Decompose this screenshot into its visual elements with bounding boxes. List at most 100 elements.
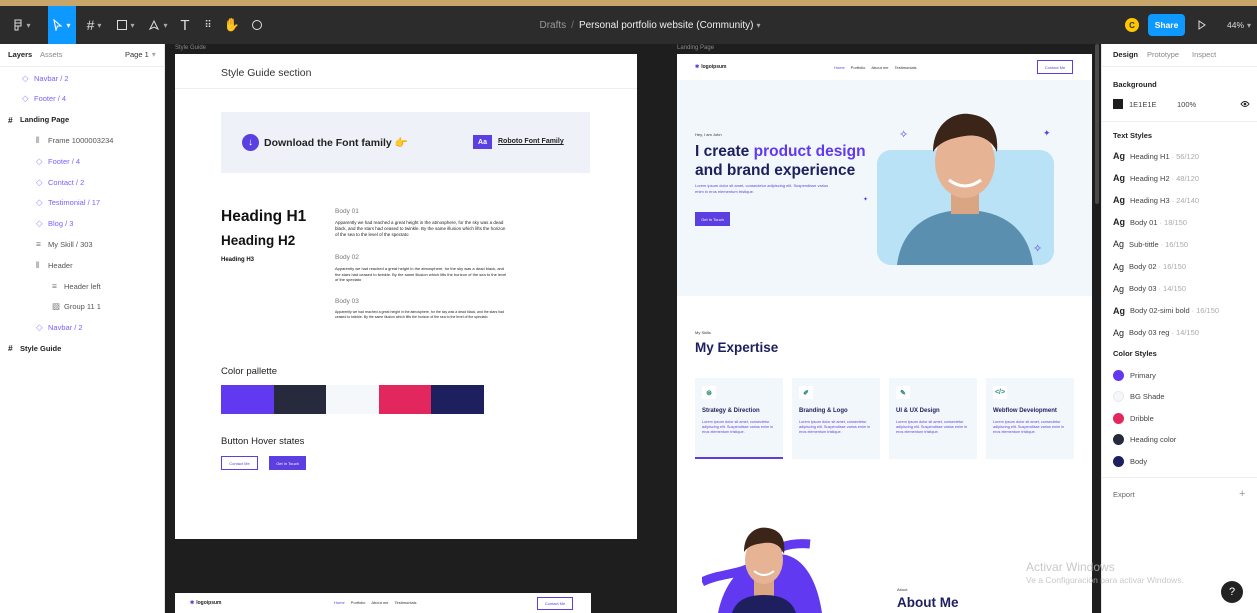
hero-cta-button[interactable]: Get In Touch bbox=[695, 212, 730, 226]
skill-card-title: UI & UX Design bbox=[896, 408, 940, 414]
layer-item[interactable]: # Style Guide bbox=[8, 342, 61, 354]
layer-item[interactable]: ◇ Navbar / 2 bbox=[36, 322, 83, 334]
style-guide-frame[interactable]: Style Guide section ↓ Download the Font … bbox=[175, 54, 637, 539]
frame-label-style-guide[interactable]: Style Guide bbox=[175, 45, 206, 51]
layer-item[interactable]: ≡ Header left bbox=[52, 280, 101, 292]
nav-link-about[interactable]: About me bbox=[371, 600, 388, 605]
text-style-item[interactable]: Ag Body 02-simi bold · 16/150 bbox=[1113, 305, 1219, 317]
font-family-link[interactable]: Roboto Font Family bbox=[498, 138, 564, 145]
navbar-frame-bottom[interactable]: ✱ logoipsum Home Portfolio About me Testi… bbox=[175, 593, 591, 613]
add-export-button[interactable]: + bbox=[1239, 488, 1245, 500]
hero-line-1a: I create bbox=[695, 143, 754, 160]
page-name: Page 1 bbox=[125, 50, 149, 59]
share-button[interactable]: Share bbox=[1147, 14, 1186, 36]
skill-card[interactable]: ✎ UI & UX Design Lorem ipsum dolor sit ame… bbox=[889, 378, 977, 459]
zoom-menu[interactable]: 44% ▾ bbox=[1222, 6, 1256, 44]
color-palette bbox=[221, 385, 484, 414]
frame-label-landing[interactable]: Landing Page bbox=[677, 45, 714, 51]
resources-button[interactable]: ⠿ bbox=[198, 6, 218, 44]
color-style-item[interactable]: Heading color bbox=[1113, 434, 1176, 446]
pen-tool-button[interactable]: ▾ bbox=[144, 6, 172, 44]
layer-item[interactable]: ⫴ Header bbox=[36, 259, 73, 271]
nav-link-testimonials[interactable]: Testimonials bbox=[894, 65, 916, 70]
nav-contact-button-bottom[interactable]: Contact Me bbox=[537, 597, 573, 610]
skill-card[interactable]: </> Webflow Development Lorem ipsum dolor … bbox=[986, 378, 1074, 459]
text-style-item[interactable]: Ag Body 02 · 16/150 bbox=[1113, 261, 1186, 273]
pen-icon: ✐ bbox=[799, 386, 813, 399]
palette-swatch[interactable] bbox=[326, 385, 379, 414]
text-style-item[interactable]: Ag Heading H1 · 56/120 bbox=[1113, 150, 1199, 162]
comment-tool-button[interactable] bbox=[246, 6, 268, 44]
layer-label: Frame 1000003234 bbox=[48, 135, 114, 145]
text-style-item[interactable]: Ag Heading H2 · 48/120 bbox=[1113, 172, 1199, 184]
toolbar: ▾ ▾ # ▾ ▾ ▾ T ⠿ ✋ Drafts / Personal portf… bbox=[0, 6, 1257, 44]
shape-tool-button[interactable]: ▾ bbox=[112, 6, 140, 44]
color-style-name: Dribble bbox=[1130, 413, 1154, 423]
tab-design[interactable]: Design bbox=[1113, 50, 1138, 59]
color-style-item[interactable]: Body bbox=[1113, 455, 1147, 467]
layer-item[interactable]: ◇ Blog / 3 bbox=[36, 218, 73, 230]
contact-me-button-sample[interactable]: Contact Me bbox=[221, 456, 258, 470]
color-style-item[interactable]: Primary bbox=[1113, 369, 1156, 381]
tab-prototype[interactable]: Prototype bbox=[1147, 50, 1179, 59]
palette-swatch[interactable] bbox=[273, 385, 326, 414]
help-button[interactable]: ? bbox=[1221, 581, 1243, 603]
about-portrait-image bbox=[702, 527, 822, 613]
palette-swatch[interactable] bbox=[378, 385, 431, 414]
text-style-item[interactable]: Ag Sub-tittle · 16/150 bbox=[1113, 238, 1188, 250]
component-icon: ◇ bbox=[36, 322, 43, 333]
user-avatar[interactable]: C bbox=[1124, 6, 1140, 44]
move-tool-button[interactable]: ▾ bbox=[48, 6, 76, 44]
text-style-item[interactable]: Ag Body 01 · 18/150 bbox=[1113, 216, 1187, 228]
background-opacity[interactable]: 100% bbox=[1177, 100, 1196, 109]
layer-item[interactable]: ◇ Navbar / 2 bbox=[22, 72, 69, 84]
canvas-scrollbar[interactable] bbox=[1095, 44, 1099, 204]
nav-link-portfolio[interactable]: Portfolio bbox=[851, 65, 866, 70]
color-style-item[interactable]: Dribble bbox=[1113, 412, 1154, 424]
canvas[interactable]: Style Guide Landing Page Style Guide sec… bbox=[166, 44, 1100, 613]
nav-logo[interactable]: ✱ logoipsum bbox=[695, 64, 726, 70]
layer-item[interactable]: ◇ Testimonial / 17 bbox=[36, 197, 100, 209]
text-tool-button[interactable]: T bbox=[176, 6, 194, 44]
file-name[interactable]: Personal portfolio website (Community) bbox=[579, 20, 754, 31]
tab-assets[interactable]: Assets bbox=[40, 50, 63, 59]
palette-swatch[interactable] bbox=[431, 385, 484, 414]
nav-link-home[interactable]: Home bbox=[834, 65, 845, 70]
eye-icon[interactable] bbox=[1240, 99, 1250, 109]
nav-link-about[interactable]: About me bbox=[871, 65, 888, 70]
layer-item[interactable]: ◇ Footer / 4 bbox=[36, 155, 80, 167]
download-text[interactable]: Download the Font family 👉 bbox=[264, 136, 408, 150]
layer-item[interactable]: # Landing Page bbox=[8, 114, 69, 126]
nav-link-home[interactable]: Home bbox=[334, 600, 345, 605]
layer-item[interactable]: ▨ Group 11 1 bbox=[52, 301, 101, 313]
background-hex[interactable]: 1E1E1E bbox=[1129, 100, 1157, 109]
landing-page-frame[interactable]: ✱ logoipsum Home Portfolio About me Testi… bbox=[677, 54, 1092, 613]
nav-link-testimonials[interactable]: Testimonials bbox=[394, 600, 416, 605]
tab-inspect[interactable]: Inspect bbox=[1192, 50, 1216, 59]
present-button[interactable] bbox=[1194, 6, 1210, 44]
palette-swatch[interactable] bbox=[221, 385, 274, 414]
text-style-item[interactable]: Ag Body 03 · 14/150 bbox=[1113, 283, 1186, 295]
layer-item[interactable]: ◇ Footer / 4 bbox=[22, 93, 66, 105]
frame-tool-button[interactable]: # ▾ bbox=[80, 6, 108, 44]
breadcrumb-drafts[interactable]: Drafts bbox=[540, 20, 567, 31]
text-style-item[interactable]: Ag Body 03 reg · 14/150 bbox=[1113, 327, 1199, 339]
file-title[interactable]: Drafts / Personal portfolio website (Com… bbox=[520, 6, 780, 44]
hand-tool-button[interactable]: ✋ bbox=[222, 6, 242, 44]
layer-item[interactable]: ≡ My Skill / 303 bbox=[36, 238, 93, 250]
about-label: About bbox=[897, 587, 908, 592]
page-selector[interactable]: Page 1 ▾ bbox=[125, 50, 156, 59]
skill-card[interactable]: ⊛ Strategy & Direction Lorem ipsum dolor s… bbox=[695, 378, 783, 459]
color-style-item[interactable]: BG Shade bbox=[1113, 391, 1165, 403]
nav-link-portfolio[interactable]: Portfolio bbox=[351, 600, 366, 605]
tab-layers[interactable]: Layers bbox=[8, 50, 32, 59]
nav-logo-bottom[interactable]: ✱ logoipsum bbox=[190, 600, 221, 606]
skill-card[interactable]: ✐ Branding & Logo Lorem ipsum dolor sit am… bbox=[792, 378, 880, 459]
text-style-item[interactable]: Ag Heading H3 · 24/140 bbox=[1113, 194, 1199, 206]
get-in-touch-button-sample[interactable]: Get In Touch bbox=[269, 456, 306, 470]
layer-item[interactable]: ◇ Contact / 2 bbox=[36, 176, 84, 188]
layer-item[interactable]: ⫴ Frame 1000003234 bbox=[36, 134, 113, 146]
main-menu-button[interactable]: ▾ bbox=[2, 6, 42, 44]
background-swatch[interactable] bbox=[1113, 99, 1123, 109]
nav-contact-button[interactable]: Contact Me bbox=[1037, 60, 1073, 74]
